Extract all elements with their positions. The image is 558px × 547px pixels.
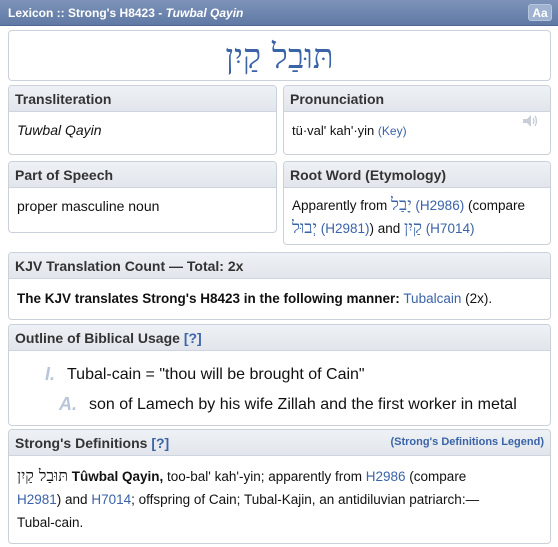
title-bar: Lexicon :: Strong's H8423 - Tuwbal Qayin… — [0, 0, 558, 26]
root-hebrew-3[interactable]: קַיִן — [404, 218, 422, 238]
root-ref-h2986[interactable]: (H2986) — [415, 198, 464, 213]
strongs-ref-h2981[interactable]: H2981 — [17, 492, 57, 507]
part-of-speech-value: proper masculine noun — [17, 198, 160, 214]
strongs-ref-h7014[interactable]: H7014 — [91, 492, 131, 507]
strongs-text: Tubal-cain. — [17, 515, 84, 530]
root-hebrew-1[interactable]: יָבַל — [391, 195, 412, 215]
root-word-text: ) and — [369, 221, 405, 236]
font-size-button[interactable]: Aa — [528, 4, 552, 21]
kjv-count: (2x). — [465, 291, 493, 306]
root-word-text: (compare — [464, 198, 525, 213]
strongs-help-link[interactable]: [?] — [151, 435, 169, 451]
outline-help-link[interactable]: [?] — [184, 330, 202, 346]
strongs-bold-word: Tûwbal Qayin, — [71, 469, 164, 484]
hebrew-headword: תּוּבַל קַיִן — [225, 37, 334, 77]
strongs-legend-link[interactable]: (Strong's Definitions Legend) — [390, 436, 544, 448]
strongs-heading-label: Strong's Definitions — [15, 435, 148, 451]
outline-heading: Outline of Biblical Usage [?] — [9, 325, 550, 351]
speaker-icon[interactable] — [522, 114, 540, 128]
strongs-text: too-bal' kah'-yin; apparently from — [163, 469, 366, 484]
outline-text: Tubal-cain = "thou will be brought of Ca… — [67, 366, 365, 383]
root-ref-h7014[interactable]: (H7014) — [426, 221, 475, 236]
kjv-word-link[interactable]: Tubalcain — [403, 291, 461, 306]
transliteration-panel: Transliteration Tuwbal Qayin — [8, 85, 277, 155]
kjv-heading: KJV Translation Count — Total: 2x — [9, 253, 550, 279]
pronunciation-heading: Pronunciation — [284, 86, 550, 112]
strongs-text: ) and — [56, 492, 92, 507]
outline-mark: A. — [59, 394, 77, 414]
strongs-hebrew: תּוּבַל קַיִן — [17, 466, 68, 485]
title-prefix: Lexicon :: Strong's H8423 - — [8, 6, 166, 20]
outline-panel: Outline of Biblical Usage [?] I. Tubal-c… — [8, 324, 551, 426]
strongs-ref-h2986[interactable]: H2986 — [366, 469, 406, 484]
root-hebrew-2[interactable]: יְבוּל — [292, 218, 317, 238]
pronunciation-value: tü·val' kah'·yin — [292, 123, 375, 138]
strongs-heading: Strong's Definitions [?] (Strong's Defin… — [9, 430, 550, 456]
root-word-heading: Root Word (Etymology) — [284, 162, 550, 188]
strongs-text: ; offspring of Cain; Tubal-Kajin, an ant… — [131, 492, 480, 507]
pronunciation-key-link[interactable]: (Key) — [378, 124, 407, 138]
headword-panel: תּוּבַל קַיִן — [8, 30, 551, 81]
transliteration-value: Tuwbal Qayin — [17, 122, 102, 138]
root-ref-h2981[interactable]: (H2981) — [321, 221, 370, 236]
part-of-speech-panel: Part of Speech proper masculine noun — [8, 161, 277, 233]
part-of-speech-heading: Part of Speech — [9, 162, 276, 188]
pronunciation-panel: Pronunciation tü·val' kah'·yin (Key) — [283, 85, 551, 155]
kjv-panel: KJV Translation Count — Total: 2x The KJ… — [8, 252, 551, 320]
title-italic: Tuwbal Qayin — [165, 6, 244, 20]
outline-mark: I. — [45, 364, 56, 384]
outline-text: son of Lamech by his wife Zillah and the… — [89, 396, 517, 413]
root-word-text: Apparently from — [292, 198, 392, 213]
kjv-statement: The KJV translates Strong's H8423 in the… — [17, 291, 400, 306]
strongs-text: (compare — [405, 469, 467, 484]
outline-heading-label: Outline of Biblical Usage — [15, 330, 180, 346]
window-title: Lexicon :: Strong's H8423 - Tuwbal Qayin — [8, 6, 243, 20]
root-word-panel: Root Word (Etymology) Apparently from יָ… — [283, 161, 551, 245]
strongs-panel: Strong's Definitions [?] (Strong's Defin… — [8, 429, 551, 544]
transliteration-heading: Transliteration — [9, 86, 276, 112]
